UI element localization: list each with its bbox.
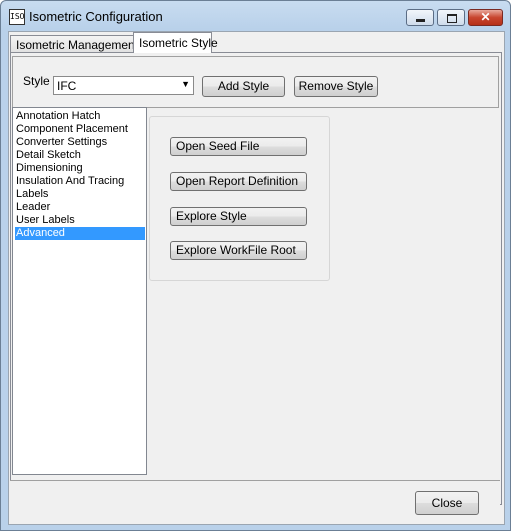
close-window-button[interactable]: ✕ xyxy=(468,9,503,26)
app-icon[interactable]: ISO xyxy=(9,9,25,25)
dialog-client-area: Isometric Management Isometric Style Sty… xyxy=(8,31,505,525)
list-item-leader[interactable]: Leader xyxy=(15,201,50,214)
add-style-button[interactable]: Add Style xyxy=(202,76,285,97)
style-label: Style xyxy=(23,74,50,88)
list-item-labels[interactable]: Labels xyxy=(15,188,48,201)
style-dropdown[interactable]: IFC ▼ xyxy=(53,76,194,95)
dialog-footer: Close xyxy=(10,480,500,522)
list-item-component-placement[interactable]: Component Placement xyxy=(15,123,128,136)
title-bar[interactable]: ISO Isometric Configuration ✕ xyxy=(1,1,510,31)
maximize-button[interactable] xyxy=(437,9,465,26)
maximize-icon xyxy=(447,14,457,23)
open-seed-file-button[interactable]: Open Seed File xyxy=(170,137,307,156)
style-dropdown-value: IFC xyxy=(57,79,77,93)
minimize-button[interactable] xyxy=(406,9,434,26)
open-report-definition-button[interactable]: Open Report Definition xyxy=(170,172,307,191)
list-item-converter-settings[interactable]: Converter Settings xyxy=(15,136,107,149)
list-item-advanced[interactable]: Advanced xyxy=(15,227,145,240)
tab-isometric-management[interactable]: Isometric Management xyxy=(10,35,138,53)
tab-isometric-style[interactable]: Isometric Style xyxy=(133,32,218,53)
chevron-down-icon[interactable]: ▼ xyxy=(181,79,190,89)
tab-panel-isometric-style: Style IFC ▼ Add Style Remove Style Annot… xyxy=(10,52,502,505)
explore-workfile-root-button[interactable]: Explore WorkFile Root xyxy=(170,241,307,260)
list-item-user-labels[interactable]: User Labels xyxy=(15,214,75,227)
explore-style-button[interactable]: Explore Style xyxy=(170,207,307,226)
style-selector-group: Style IFC ▼ Add Style Remove Style xyxy=(12,56,499,108)
dialog-window: ISO Isometric Configuration ✕ Isometric … xyxy=(0,0,511,531)
list-item-detail-sketch[interactable]: Detail Sketch xyxy=(15,149,81,162)
close-icon: ✕ xyxy=(480,10,491,24)
advanced-actions-panel: Open Seed File Open Report Definition Ex… xyxy=(149,116,330,281)
list-item-dimensioning[interactable]: Dimensioning xyxy=(15,162,83,175)
remove-style-button[interactable]: Remove Style xyxy=(294,76,378,97)
category-listbox[interactable]: Annotation Hatch Component Placement Con… xyxy=(12,107,147,475)
minimize-icon xyxy=(416,19,425,22)
window-title: Isometric Configuration xyxy=(29,9,163,24)
list-item-annotation-hatch[interactable]: Annotation Hatch xyxy=(15,110,100,123)
close-button[interactable]: Close xyxy=(415,491,479,515)
list-item-insulation-and-tracing[interactable]: Insulation And Tracing xyxy=(15,175,124,188)
